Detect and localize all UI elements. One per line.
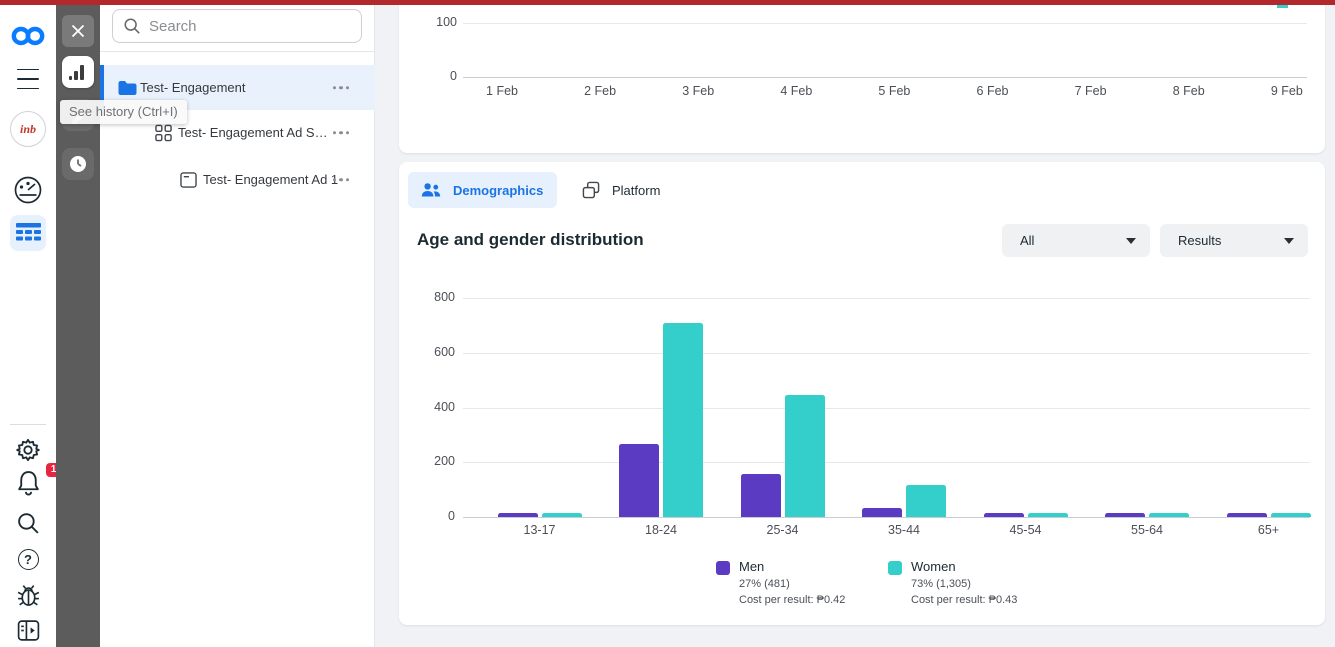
bar-chart-icon (69, 65, 84, 80)
gridline-600 (463, 352, 1310, 354)
charts-button[interactable] (62, 56, 94, 88)
alert-strip (0, 0, 1335, 5)
x-tick-label: 4 Feb (780, 84, 813, 98)
gridline-800 (463, 298, 1310, 299)
bar-women-65+[interactable] (1270, 513, 1311, 517)
breakdown-card: Demographics Platform Age and gender dis… (399, 162, 1325, 625)
bar-men-13-17[interactable] (497, 513, 538, 517)
sidebar-item-table-view[interactable] (0, 212, 56, 254)
legend-men: Men 27% (481) Cost per result: ₱0.42 (716, 558, 845, 608)
row-menu-icon[interactable] (329, 82, 354, 94)
row-menu-icon[interactable] (329, 174, 354, 186)
bar-women-13-17[interactable] (541, 513, 582, 517)
bar-women-18-24[interactable] (663, 322, 703, 517)
legend-cost: Cost per result: ₱0.42 (739, 594, 846, 606)
row-menu-icon[interactable] (329, 127, 354, 139)
tree-row-label: Test- Engagement Ad Se… (178, 125, 328, 140)
help-icon[interactable]: ? (0, 546, 56, 572)
y-tick-label: 0 (448, 509, 455, 523)
y-tick-label: 200 (434, 454, 455, 469)
y-tick-label: 800 (434, 290, 455, 304)
table-icon (15, 222, 41, 240)
x-tick-label: 8 Feb (1172, 84, 1205, 98)
y-tick-label: 0 (450, 69, 457, 83)
legend-share: 27% (481) (739, 578, 790, 590)
x-tick-label: 1 Feb (486, 84, 518, 98)
meta-logo[interactable] (0, 18, 56, 54)
meta-infinity-icon (11, 26, 45, 46)
rail-divider (10, 424, 46, 425)
panel-divider (100, 51, 375, 52)
x-tick-label: 5 Feb (878, 84, 911, 98)
x-tick-label: 9 Feb (1270, 84, 1303, 98)
x-tick-label: 6 Feb (976, 84, 1009, 98)
results-chart-card: 0 100 1 Feb 2 Feb 3 Feb 4 Feb 5 Feb 6 Feb 7 Feb 8… (399, 4, 1325, 153)
bar-men-18-24[interactable] (619, 444, 659, 517)
x-tick-label: 18-24 (645, 523, 677, 537)
main-content: 0 100 1 Feb 2 Feb 3 Feb 4 Feb 5 Feb 6 Feb 7 Feb 8… (375, 4, 1335, 647)
bar-women-55-64[interactable] (1149, 513, 1189, 517)
close-icon (71, 24, 85, 38)
bar-men-65+[interactable] (1226, 512, 1267, 517)
legend-name: Women (911, 559, 956, 574)
results-chart: 0 100 1 Feb 2 Feb 3 Feb 4 Feb 5 Feb 6 Feb 7 Feb 8… (399, 5, 1325, 153)
search-input[interactable] (112, 9, 362, 43)
bar-women-35-44[interactable] (906, 484, 946, 517)
close-button[interactable] (62, 15, 94, 47)
page-avatar[interactable]: inb (0, 108, 56, 150)
gridline-200 (463, 462, 1310, 464)
bug-report-icon[interactable] (0, 580, 56, 610)
bar-men-25-34[interactable] (740, 474, 781, 517)
dashboard-gauge-icon[interactable] (0, 173, 56, 207)
age-gender-chart: 0 200 400 600 800 13-17 18-24 25-34 35-44 45-54 55… (399, 162, 1325, 625)
gridline-0 (463, 77, 1307, 78)
legend-share: 73% (1,305) (911, 578, 971, 590)
settings-gear-icon[interactable] (0, 435, 56, 465)
left-nav-rail: inb 1 ? (0, 5, 62, 647)
search-field (112, 9, 362, 43)
x-tick-label: 55-64 (1131, 523, 1163, 537)
gridline-100 (463, 23, 1307, 24)
search-icon (124, 18, 140, 34)
x-tick-label: 65+ (1257, 523, 1280, 537)
tree-row-ad[interactable]: Test- Engagement Ad 1 (100, 157, 375, 202)
y-tick-label: 400 (434, 399, 455, 414)
women-swatch (888, 561, 902, 575)
men-swatch (716, 561, 730, 575)
bar-women-25-34[interactable] (784, 394, 825, 517)
clock-icon (70, 156, 86, 172)
legend-cost: Cost per result: ₱0.43 (911, 594, 1018, 606)
tooltip: See history (Ctrl+I) (60, 100, 187, 124)
bar-women-45-54[interactable] (1027, 513, 1068, 517)
x-tick-label: 35-44 (888, 523, 920, 537)
gridline-400 (463, 407, 1310, 409)
x-tick-label: 3 Feb (682, 84, 715, 98)
legend-name: Men (739, 559, 765, 574)
legend-women: Women 73% (1,305) Cost per result: ₱0.43 (888, 558, 1017, 608)
gridline-0 (463, 517, 1310, 518)
campaign-folder-icon (118, 80, 137, 95)
history-button[interactable] (62, 148, 94, 180)
x-tick-label: 2 Feb (584, 84, 617, 98)
adset-grid-icon (155, 124, 172, 141)
x-tick-label: 7 Feb (1074, 84, 1107, 98)
menu-icon[interactable] (0, 65, 56, 93)
tree-row-label: Test- Engagement Ad 1 (203, 172, 339, 187)
bar-men-55-64[interactable] (1105, 512, 1145, 517)
notifications-bell-icon[interactable]: 1 (0, 463, 62, 501)
x-tick-label: 25-34 (766, 523, 799, 537)
search-rail-icon[interactable] (0, 508, 56, 538)
ad-frame-icon (180, 171, 197, 188)
y-tick-label: 100 (436, 15, 457, 29)
x-tick-label: 45-54 (1009, 523, 1042, 537)
y-tick-label: 600 (434, 344, 455, 359)
bar-men-45-54[interactable] (983, 513, 1024, 517)
bar-men-35-44[interactable] (862, 507, 902, 517)
x-tick-label: 13-17 (523, 523, 556, 537)
collapse-panel-icon[interactable] (0, 615, 56, 645)
